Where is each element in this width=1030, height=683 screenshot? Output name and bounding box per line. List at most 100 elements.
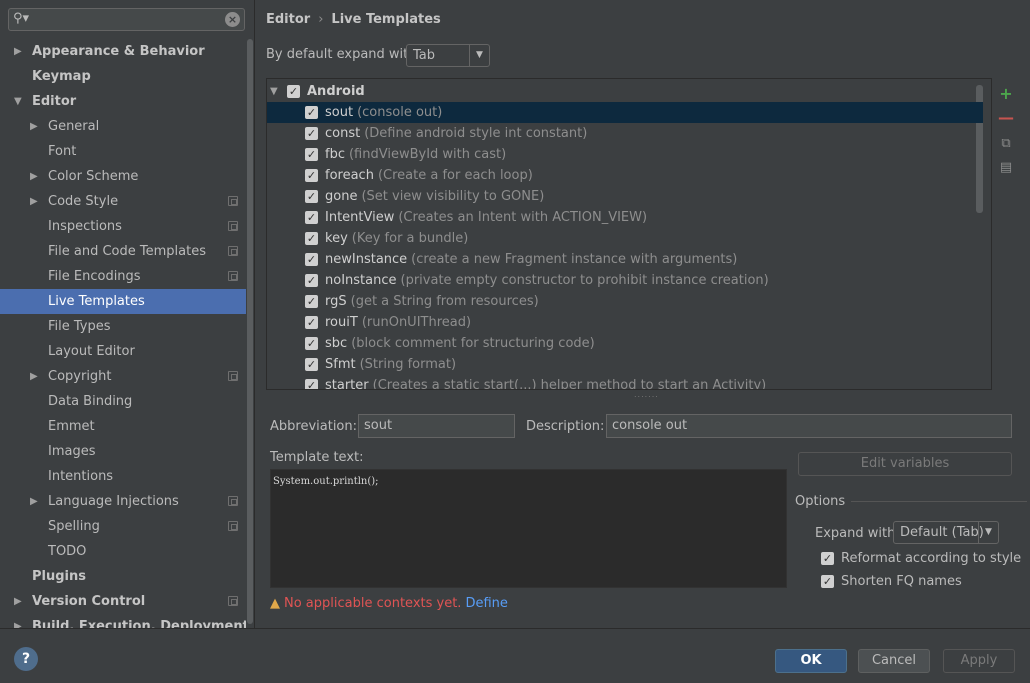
check-icon[interactable]: ✓ xyxy=(305,127,318,140)
template-row[interactable]: ✓ const (Define android style int constant… xyxy=(267,123,983,144)
template-row[interactable]: ✓ rgS (get a String from resources) xyxy=(267,291,983,312)
check-icon[interactable]: ✓ xyxy=(305,253,318,266)
check-icon[interactable]: ✓ xyxy=(305,379,318,389)
check-icon[interactable]: ✓ xyxy=(305,274,318,287)
template-group-row[interactable]: ▼ ✓ Android xyxy=(267,81,983,102)
check-icon[interactable]: ✓ xyxy=(305,211,318,224)
search-field[interactable]: ⚲▾ × xyxy=(8,8,245,31)
template-row[interactable]: ✓ Sfmt (String format) xyxy=(267,354,983,375)
templates-list[interactable]: ▼ ✓ Android ✓ sout (console out) ✓ const (Define… xyxy=(266,78,992,390)
project-level-icon xyxy=(228,371,238,381)
template-row[interactable]: ✓ foreach (Create a for each loop) xyxy=(267,165,983,186)
project-level-icon xyxy=(228,596,238,606)
sidebar-item-build-execution-deployment[interactable]: ▶ Build, Execution, Deployment xyxy=(0,614,246,628)
sidebar-item-font[interactable]: Font xyxy=(0,139,246,164)
abbreviation-field[interactable]: sout xyxy=(358,414,515,438)
sidebar-item-code-style[interactable]: ▶ Code Style xyxy=(0,189,246,214)
sidebar-item-label: Version Control xyxy=(32,594,146,609)
template-abbreviation: Sfmt xyxy=(325,357,356,372)
project-level-icon xyxy=(228,221,238,231)
ok-button[interactable]: OK xyxy=(775,649,847,673)
sidebar-item-label: Layout Editor xyxy=(48,344,135,359)
check-icon[interactable]: ✓ xyxy=(305,148,318,161)
splitter-handle[interactable]: ....... xyxy=(634,390,659,399)
sidebar-item-keymap[interactable]: Keymap xyxy=(0,64,246,89)
collapsed-arrow-icon[interactable]: ▶ xyxy=(14,589,22,614)
template-row[interactable]: ✓ key (Key for a bundle) xyxy=(267,228,983,249)
sidebar-item-label: Copyright xyxy=(48,369,112,384)
sidebar-item-color-scheme[interactable]: ▶ Color Scheme xyxy=(0,164,246,189)
sidebar-item-images[interactable]: Images xyxy=(0,439,246,464)
project-level-icon xyxy=(228,196,238,206)
collapsed-arrow-icon[interactable]: ▶ xyxy=(30,114,38,139)
live-templates-panel: Editor › Live Templates By default expand … xyxy=(256,0,1030,628)
template-row[interactable]: ✓ rouiT (runOnUIThread) xyxy=(267,312,983,333)
sidebar-item-data-binding[interactable]: Data Binding xyxy=(0,389,246,414)
sidebar-item-file-and-code-templates[interactable]: File and Code Templates xyxy=(0,239,246,264)
collapsed-arrow-icon[interactable]: ▶ xyxy=(14,39,22,64)
define-context-link[interactable]: Define xyxy=(465,596,507,611)
sidebar-item-layout-editor[interactable]: Layout Editor xyxy=(0,339,246,364)
sidebar-item-label: Spelling xyxy=(48,519,100,534)
template-row[interactable]: ✓ noInstance (private empty constructor to… xyxy=(267,270,983,291)
clear-search-icon[interactable]: × xyxy=(225,12,240,27)
check-icon[interactable]: ✓ xyxy=(305,358,318,371)
sidebar-scrollbar-thumb[interactable] xyxy=(247,39,253,624)
sidebar-item-editor[interactable]: ▼ Editor xyxy=(0,89,246,114)
sidebar-item-spelling[interactable]: Spelling xyxy=(0,514,246,539)
check-icon[interactable]: ✓ xyxy=(305,295,318,308)
edit-variables-button[interactable]: Edit variables xyxy=(798,452,1012,476)
check-icon[interactable]: ✓ xyxy=(305,190,318,203)
sidebar-item-live-templates[interactable]: Live Templates xyxy=(0,289,246,314)
expanded-arrow-icon[interactable]: ▼ xyxy=(14,89,22,114)
template-row[interactable]: ✓ fbc (findViewById with cast) xyxy=(267,144,983,165)
sidebar-item-copyright[interactable]: ▶ Copyright xyxy=(0,364,246,389)
add-icon[interactable]: + xyxy=(994,84,1018,104)
check-icon[interactable]: ✓ xyxy=(305,106,318,119)
sidebar-scrollbar[interactable] xyxy=(246,39,254,628)
sidebar-item-general[interactable]: ▶ General xyxy=(0,114,246,139)
template-abbreviation: rouiT xyxy=(325,315,358,330)
template-text-editor[interactable]: System.out.println(); xyxy=(270,469,787,588)
collapsed-arrow-icon[interactable]: ▶ xyxy=(30,164,38,189)
check-icon[interactable]: ✓ xyxy=(305,232,318,245)
sidebar-item-file-encodings[interactable]: File Encodings xyxy=(0,264,246,289)
collapsed-arrow-icon[interactable]: ▶ xyxy=(14,614,22,628)
expand-dropdown[interactable]: Tab ▼ xyxy=(406,44,490,67)
sidebar-item-plugins[interactable]: Plugins xyxy=(0,564,246,589)
check-icon[interactable]: ✓ xyxy=(305,316,318,329)
copy-icon[interactable]: ⧉ xyxy=(994,134,1018,154)
template-row[interactable]: ✓ gone (Set view visibility to GONE) xyxy=(267,186,983,207)
sidebar-item-emmet[interactable]: Emmet xyxy=(0,414,246,439)
sidebar-item-intentions[interactable]: Intentions xyxy=(0,464,246,489)
help-icon[interactable]: ? xyxy=(14,647,38,671)
sidebar-item-version-control[interactable]: ▶ Version Control xyxy=(0,589,246,614)
sidebar-item-label: Build, Execution, Deployment xyxy=(32,619,246,628)
template-abbreviation: sbc xyxy=(325,336,348,351)
collapsed-arrow-icon[interactable]: ▶ xyxy=(30,364,38,389)
collapsed-arrow-icon[interactable]: ▶ xyxy=(30,189,38,214)
remove-icon[interactable]: — xyxy=(994,108,1018,128)
template-row[interactable]: ✓ starter (Creates a static start(...) hel… xyxy=(267,375,983,389)
description-field[interactable]: console out xyxy=(606,414,1012,438)
expand-with-dropdown[interactable]: Default (Tab) ▼ xyxy=(893,521,999,544)
sidebar-item-label: Color Scheme xyxy=(48,169,139,184)
template-row[interactable]: ✓ IntentView (Creates an Intent with ACTIO… xyxy=(267,207,983,228)
search-icon[interactable]: ⚲▾ xyxy=(13,11,29,26)
template-row[interactable]: ✓ sbc (block comment for structuring code) xyxy=(267,333,983,354)
sidebar-item-language-injections[interactable]: ▶ Language Injections xyxy=(0,489,246,514)
cancel-button[interactable]: Cancel xyxy=(858,649,930,673)
change-context-icon[interactable]: ▤ xyxy=(994,158,1018,178)
check-icon[interactable]: ✓ xyxy=(305,169,318,182)
expanded-arrow-icon[interactable]: ▼ xyxy=(270,81,278,102)
sidebar-item-todo[interactable]: TODO xyxy=(0,539,246,564)
template-row[interactable]: ✓ newInstance (create a new Fragment insta… xyxy=(267,249,983,270)
check-icon[interactable]: ✓ xyxy=(305,337,318,350)
sidebar-item-appearance-behavior[interactable]: ▶ Appearance & Behavior xyxy=(0,39,246,64)
check-icon[interactable]: ✓ xyxy=(287,85,300,98)
sidebar-item-file-types[interactable]: File Types xyxy=(0,314,246,339)
template-row[interactable]: ✓ sout (console out) xyxy=(267,102,983,123)
sidebar-item-inspections[interactable]: Inspections xyxy=(0,214,246,239)
collapsed-arrow-icon[interactable]: ▶ xyxy=(30,489,38,514)
apply-button[interactable]: Apply xyxy=(943,649,1015,673)
